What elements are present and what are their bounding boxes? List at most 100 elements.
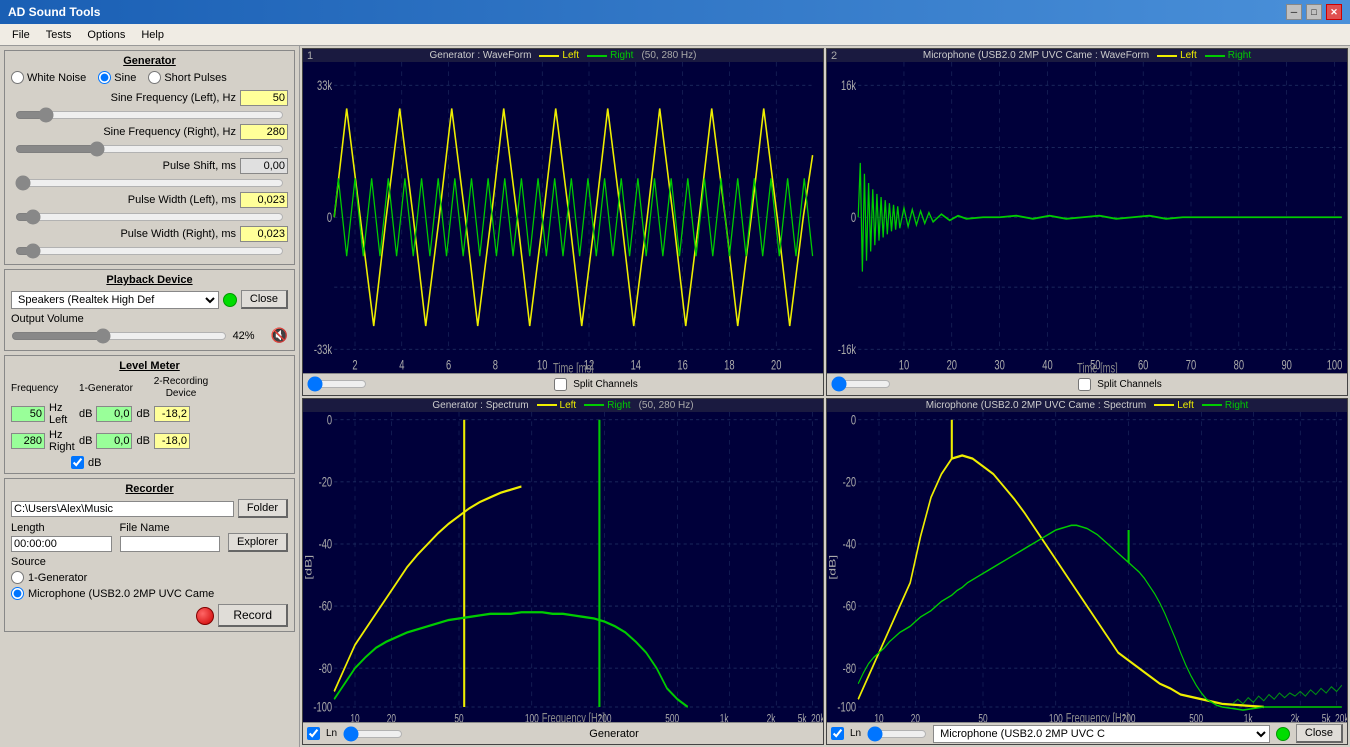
sine-freq-right-slider[interactable]	[15, 142, 284, 156]
chart-4-spectrum: Microphone (USB2.0 2MP UVC Came : Spectr…	[826, 398, 1348, 746]
chart-4-svg: 0 -20 -40 -60 -80 -100 [dB] 10 20 50 100…	[827, 412, 1347, 723]
minimize-button[interactable]: ─	[1286, 4, 1302, 20]
chart-2-svg-container: 16k 0 -16k 10 20 30 40 50 60 70 80 90 10…	[827, 62, 1347, 373]
chart-1-bottom-bar: Split Channels	[303, 373, 823, 395]
chart-1-freq-info: (50, 280 Hz)	[641, 50, 696, 61]
gen1-header: 1-Generator	[66, 383, 146, 394]
db-checkbox[interactable]	[71, 456, 84, 469]
app-title: AD Sound Tools	[8, 5, 100, 19]
svg-text:Time [ms]: Time [ms]	[1077, 360, 1118, 373]
pulse-width-right-slider[interactable]	[15, 244, 284, 258]
path-row: Folder	[11, 499, 288, 518]
rec-db-left[interactable]	[154, 406, 190, 422]
length-input[interactable]	[11, 536, 112, 552]
chart-1-title-bar: 1 Generator : WaveForm Left Right (50, 2…	[303, 49, 823, 62]
generator-section: Generator White Noise Sine Short Pulses …	[4, 50, 295, 265]
record-indicator	[196, 607, 214, 625]
pulse-width-right-slider-row	[11, 244, 288, 258]
pulse-width-right-input[interactable]	[240, 226, 288, 242]
chart-2-h-scroll[interactable]	[831, 379, 891, 389]
filename-input[interactable]	[120, 536, 221, 552]
svg-text:0: 0	[851, 209, 857, 225]
chart-4-h-scroll[interactable]	[867, 729, 927, 739]
svg-text:80: 80	[1234, 356, 1245, 372]
svg-text:10: 10	[874, 711, 883, 722]
chart-2-split-channels[interactable]	[1078, 378, 1091, 391]
record-row: Record	[11, 604, 288, 627]
chart-1-legend-left: Left	[539, 50, 579, 61]
chart-2-title: Microphone (USB2.0 2MP UVC Came : WaveFo…	[923, 50, 1149, 61]
chart-4-close-button[interactable]: Close	[1296, 724, 1343, 743]
svg-text:-80: -80	[319, 659, 333, 675]
volume-slider[interactable]	[11, 328, 227, 344]
svg-text:-20: -20	[319, 473, 333, 489]
chart-1-svg: 33k 0 -33k 2 4 6 8 10 12 14 16 18 20	[303, 62, 823, 373]
gen-db-left[interactable]	[96, 406, 132, 422]
length-col: Length	[11, 522, 112, 552]
rec-db-right[interactable]	[154, 433, 190, 449]
chart-2-svg: 16k 0 -16k 10 20 30 40 50 60 70 80 90 10…	[827, 62, 1347, 373]
level-meter-title: Level Meter	[11, 360, 288, 372]
pulse-width-left-slider[interactable]	[15, 210, 284, 224]
svg-text:-100: -100	[837, 698, 856, 714]
pulse-shift-input[interactable]	[240, 158, 288, 174]
svg-text:20k: 20k	[811, 711, 823, 722]
chart-1-legend-right: Right	[587, 50, 633, 61]
chart-4-svg-container: 0 -20 -40 -60 -80 -100 [dB] 10 20 50 100…	[827, 412, 1347, 723]
source-microphone[interactable]: Microphone (USB2.0 2MP UVC Came	[11, 587, 288, 600]
sine-freq-left-input[interactable]	[240, 90, 288, 106]
chart-2-legend-left: Left	[1157, 50, 1197, 61]
menu-help[interactable]: Help	[133, 27, 172, 43]
gen-db-right[interactable]	[96, 433, 132, 449]
level-meter-section: Level Meter Frequency 1-Generator 2-Reco…	[4, 355, 295, 474]
explorer-button[interactable]: Explorer	[228, 533, 288, 552]
mode-white-noise[interactable]: White Noise	[11, 71, 86, 84]
mode-sine[interactable]: Sine	[98, 71, 136, 84]
menu-file[interactable]: File	[4, 27, 38, 43]
playback-close-button[interactable]: Close	[241, 290, 288, 309]
menu-tests[interactable]: Tests	[38, 27, 80, 43]
svg-text:-16k: -16k	[838, 341, 856, 357]
close-button[interactable]: ✕	[1326, 4, 1342, 20]
svg-text:18: 18	[724, 356, 735, 372]
chart-3-ln-checkbox[interactable]	[307, 727, 320, 740]
db-label-rec-2: dB	[136, 435, 149, 447]
pulse-shift-label: Pulse Shift, ms	[163, 160, 236, 172]
chart-area: 1 Generator : WaveForm Left Right (50, 2…	[300, 46, 1350, 747]
maximize-button[interactable]: □	[1306, 4, 1322, 20]
volume-row: Output Volume	[11, 313, 288, 325]
chart-1-split-channels[interactable]	[554, 378, 567, 391]
chart-4-device-select[interactable]: Microphone (USB2.0 2MP UVC C	[933, 725, 1270, 743]
playback-section: Playback Device Speakers (Realtek High D…	[4, 269, 295, 351]
playback-device-select[interactable]: Speakers (Realtek High Def	[11, 291, 219, 309]
main-layout: Generator White Noise Sine Short Pulses …	[0, 46, 1350, 747]
svg-text:0: 0	[327, 412, 333, 428]
svg-text:-40: -40	[319, 535, 333, 551]
chart-3-h-scroll[interactable]	[343, 729, 403, 739]
menu-options[interactable]: Options	[79, 27, 133, 43]
pulse-shift-slider[interactable]	[15, 176, 284, 190]
svg-text:100: 100	[525, 711, 539, 722]
svg-text:20: 20	[947, 356, 958, 372]
svg-text:5k: 5k	[1322, 711, 1331, 722]
chart-3-legend-right: Right	[584, 400, 630, 411]
svg-text:90: 90	[1281, 356, 1292, 372]
source-1gen[interactable]: 1-Generator	[11, 571, 288, 584]
playback-status-indicator	[223, 293, 237, 307]
sine-freq-left-slider[interactable]	[15, 108, 284, 122]
folder-button[interactable]: Folder	[238, 499, 288, 518]
record-button[interactable]: Record	[218, 604, 288, 627]
chart-1-h-scroll[interactable]	[307, 379, 367, 389]
mode-short-pulses[interactable]: Short Pulses	[148, 71, 226, 84]
pulse-shift-slider-row	[11, 176, 288, 190]
pulse-width-left-input[interactable]	[240, 192, 288, 208]
freq-right-input[interactable]	[11, 433, 45, 449]
sine-freq-right-input[interactable]	[240, 124, 288, 140]
freq-left-input[interactable]	[11, 406, 45, 422]
db-label-1: dB	[79, 408, 92, 420]
svg-text:-20: -20	[843, 473, 857, 489]
hz-left-label: Hz Left	[49, 402, 75, 426]
chart-4-ln-checkbox[interactable]	[831, 727, 844, 740]
generator-mode-row: White Noise Sine Short Pulses	[11, 71, 288, 84]
path-input[interactable]	[11, 501, 234, 517]
